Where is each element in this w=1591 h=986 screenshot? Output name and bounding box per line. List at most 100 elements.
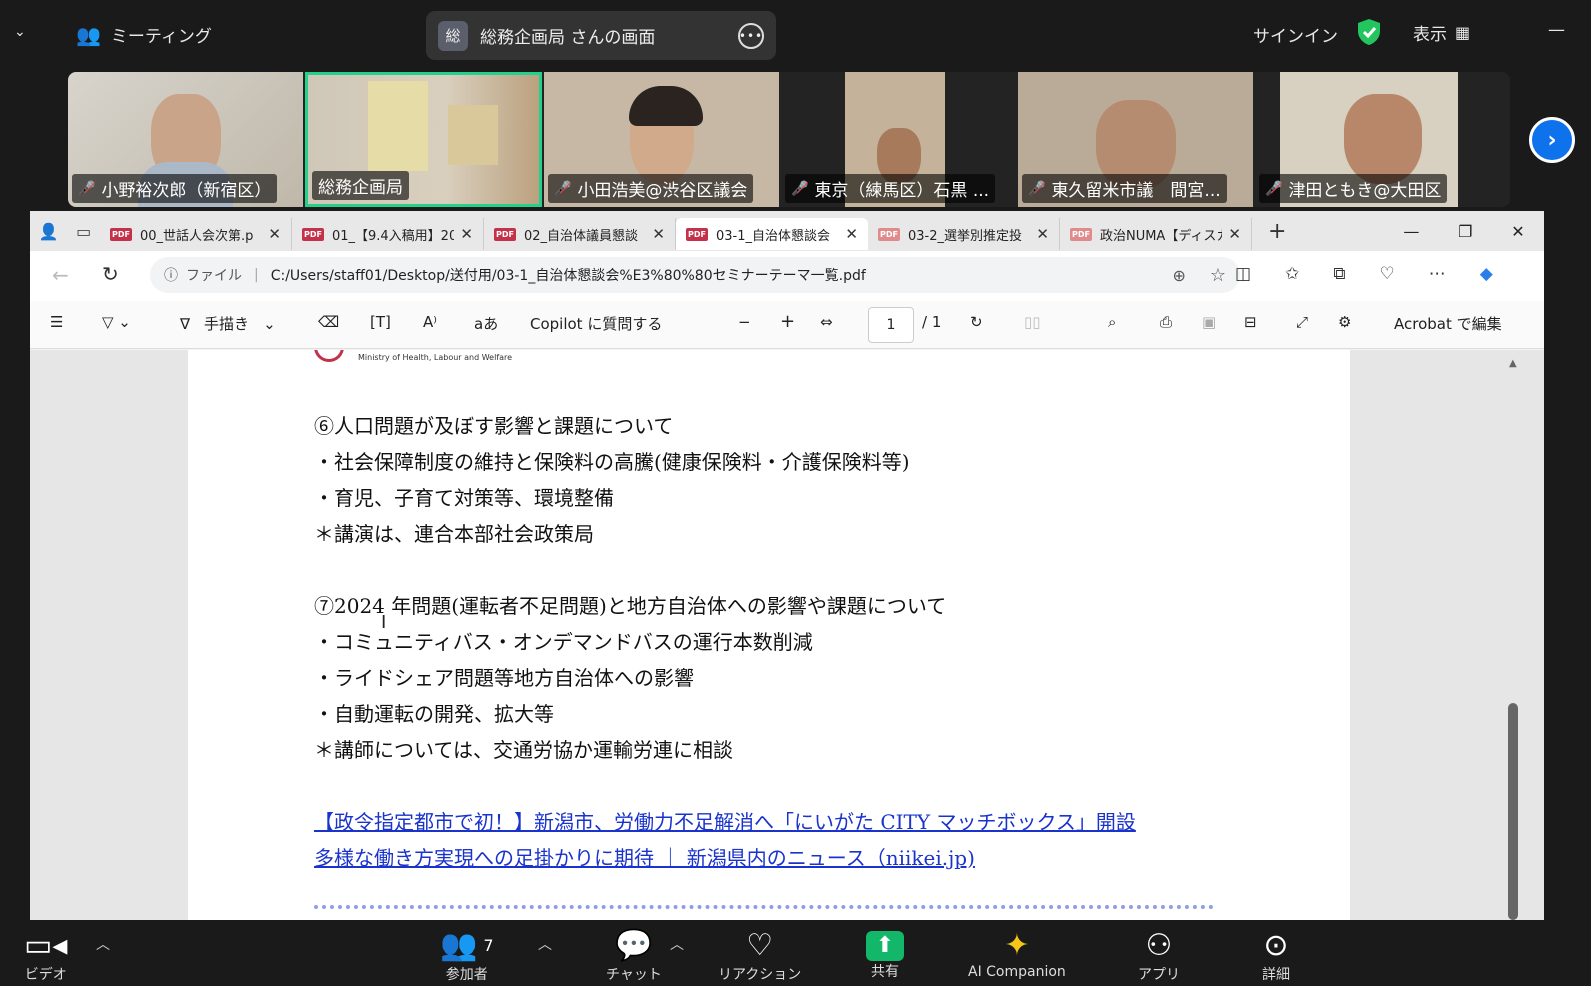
more-icon: ⊙ [1263, 928, 1289, 963]
zoom-top-bar: ⌄ 👥 ミーティング 総 総務企画局 さんの画面 ••• サインイン 表示 ▦ … [0, 0, 1591, 68]
browser-essentials-icon[interactable]: ♡ [1379, 264, 1394, 284]
close-tab-icon[interactable]: ✕ [845, 225, 858, 243]
doc-heading: ⑥人口問題が及ぼす影響と課題について [314, 414, 674, 438]
chat-button[interactable]: 💬 チャット [606, 928, 662, 984]
share-label: 総務企画局 さんの画面 [480, 28, 656, 48]
poster-image [368, 81, 428, 171]
poster-image [448, 105, 498, 165]
news-link[interactable]: 【政令指定都市で初！】新潟市、労働力不足解消へ「にいがた CITY マッチボック… [314, 806, 1136, 835]
mic-muted-icon: 🎤̸ [791, 180, 809, 197]
browser-tab[interactable]: PDF 00_世話人会次第.p ✕ [100, 218, 292, 250]
participant-tile[interactable]: 🎤̸ 東京（練馬区）石黒 ... [781, 72, 1016, 207]
browser-tab[interactable]: PDF 01_【9.4入稿用】202 ✕ [292, 218, 484, 250]
gear-icon[interactable]: ⚙ [1338, 313, 1351, 331]
participant-name: 🎤̸ 東久留米市議 間宮... [1022, 174, 1227, 203]
close-tab-icon[interactable]: ✕ [460, 225, 473, 243]
rotate-icon[interactable]: ↻ [970, 313, 983, 331]
pdf-icon: PDF [302, 227, 324, 241]
favorite-star-icon[interactable]: ☆ [1210, 265, 1226, 286]
profile-icon[interactable]: 👤 [39, 222, 59, 241]
close-tab-icon[interactable]: ✕ [1228, 225, 1241, 243]
close-tab-icon[interactable]: ✕ [1036, 225, 1049, 243]
scroll-up-icon[interactable]: ▲ [1509, 358, 1517, 369]
refresh-icon[interactable]: ↻ [102, 262, 119, 286]
browser-tab[interactable]: PDF 03-2_選挙別推定投 ✕ [868, 218, 1060, 250]
minimize-window-icon[interactable]: — [1403, 222, 1419, 241]
new-tab-icon[interactable]: + [1268, 219, 1286, 244]
participant-tile[interactable]: 🎤̸ 小野裕次郎（新宿区） [68, 72, 303, 207]
meeting-button[interactable]: 👥 ミーティング [76, 22, 212, 48]
favorites-icon[interactable]: ✩ [1285, 264, 1299, 284]
participant-tile[interactable]: 🎤̸ 東久留米市議 間宮... [1018, 72, 1253, 207]
next-page-icon[interactable]: › [1529, 117, 1575, 163]
video-button[interactable]: ▭◂ ビデオ [24, 928, 67, 984]
highlight-icon[interactable]: ▽ ⌄ [102, 313, 131, 331]
tab-actions-icon[interactable]: ▭ [76, 222, 91, 241]
browser-tab[interactable]: PDF 政治NUMA【ディスカ ✕ [1060, 218, 1252, 250]
read-aloud-icon[interactable]: A⁾ [423, 313, 437, 331]
mic-muted-icon: 🎤̸ [1265, 180, 1283, 197]
text-cursor-icon: I [381, 612, 387, 633]
copilot-icon[interactable]: ◆ [1480, 264, 1493, 284]
fit-width-icon[interactable]: ⇔ [820, 313, 833, 331]
mic-muted-icon: 🎤̸ [554, 180, 572, 197]
minimize-icon[interactable]: — [1548, 20, 1565, 40]
split-screen-icon[interactable]: ◫ [1235, 264, 1251, 284]
search-icon[interactable]: ⌕ [1108, 313, 1116, 331]
ministry-logo [314, 350, 344, 362]
save-icon[interactable]: ▣ [1202, 313, 1216, 331]
participants-button[interactable]: 👥 7 参加者 [440, 928, 494, 984]
save-as-icon[interactable]: ⊟ [1244, 313, 1257, 331]
ai-companion-button[interactable]: ✦ AI Companion [968, 928, 1066, 980]
pdf-icon: PDF [494, 227, 516, 241]
reactions-button[interactable]: ♡ リアクション [718, 928, 801, 984]
contents-icon[interactable]: ☰ [50, 313, 63, 331]
news-link[interactable]: 多様な働き方実現への足掛かりに期待 ｜ 新潟県内のニュース（niikei.jp) [314, 842, 975, 871]
copilot-ask-button[interactable]: Copilot に質問する [530, 313, 662, 334]
text-box-icon[interactable]: [T] [370, 313, 391, 331]
signin-button[interactable]: サインイン [1253, 22, 1338, 47]
zoom-in-icon[interactable]: + [780, 311, 795, 332]
settings-more-icon[interactable]: ⋯ [1429, 264, 1446, 284]
shield-check-icon[interactable] [1356, 18, 1382, 46]
zoom-out-icon[interactable]: − [738, 313, 751, 331]
page-view-icon[interactable]: ▯▯ [1024, 313, 1041, 331]
chevron-down-icon[interactable]: ⌄ [14, 24, 26, 40]
participant-name: 総務企画局 [312, 171, 409, 200]
apps-button[interactable]: ⚇ アプリ [1138, 928, 1180, 984]
video-options-caret-icon[interactable]: ︿ [96, 934, 110, 954]
info-icon: ⓘ [164, 268, 178, 284]
close-tab-icon[interactable]: ✕ [652, 225, 665, 243]
restore-window-icon[interactable]: ❐ [1458, 222, 1472, 241]
draw-button[interactable]: ∇ 手描き ⌄ [180, 313, 276, 334]
back-icon[interactable]: ← [52, 263, 69, 287]
close-tab-icon[interactable]: ✕ [268, 225, 281, 243]
screen-share-indicator[interactable]: 総 総務企画局 さんの画面 ••• [426, 11, 776, 60]
collections-icon[interactable]: ⧉ [1333, 264, 1345, 284]
participant-tile[interactable]: 🎤̸ 小田浩美@渋谷区議会 [544, 72, 779, 207]
participant-tile-active[interactable]: 総務企画局 [305, 72, 542, 207]
more-options-icon[interactable]: ••• [738, 22, 764, 49]
zoom-icon[interactable]: ⊕ [1172, 266, 1185, 285]
print-icon[interactable]: ⎙ [1160, 313, 1172, 331]
people-icon: 👥 [76, 22, 101, 47]
participant-name: 🎤̸ 東京（練馬区）石黒 ... [785, 174, 996, 203]
address-bar[interactable]: ⓘ ファイル | C:/Users/staff01/Desktop/送付用/03… [150, 257, 1240, 293]
more-button[interactable]: ⊙ 詳細 [1262, 928, 1290, 984]
close-window-icon[interactable]: ✕ [1511, 222, 1524, 241]
mic-muted-icon: 🎤̸ [1028, 180, 1046, 197]
browser-tab[interactable]: PDF 02_自治体議員懇談 ✕ [484, 218, 676, 250]
participants-caret-icon[interactable]: ︿ [538, 934, 552, 954]
browser-tab-active[interactable]: PDF 03-1_自治体懇談会 ✕ [676, 218, 868, 250]
view-button[interactable]: 表示 ▦ [1413, 20, 1470, 45]
acrobat-edit-button[interactable]: Acrobat で編集 [1394, 313, 1502, 334]
chat-caret-icon[interactable]: ︿ [670, 934, 684, 954]
translate-button[interactable]: aあ [474, 313, 498, 334]
fullscreen-icon[interactable]: ⤢ [1296, 313, 1308, 331]
participant-tile[interactable]: 🎤̸ 津田ともき@大田区 [1255, 72, 1510, 207]
share-button[interactable]: ⬆ 共有 [866, 928, 904, 981]
erase-icon[interactable]: ⌫ [318, 313, 339, 331]
address-bar-row: ← ↻ ⓘ ファイル | C:/Users/staff01/Desktop/送付… [30, 251, 1544, 301]
scrollbar-thumb[interactable] [1508, 703, 1518, 920]
page-number-input[interactable]: 1 [868, 307, 914, 343]
